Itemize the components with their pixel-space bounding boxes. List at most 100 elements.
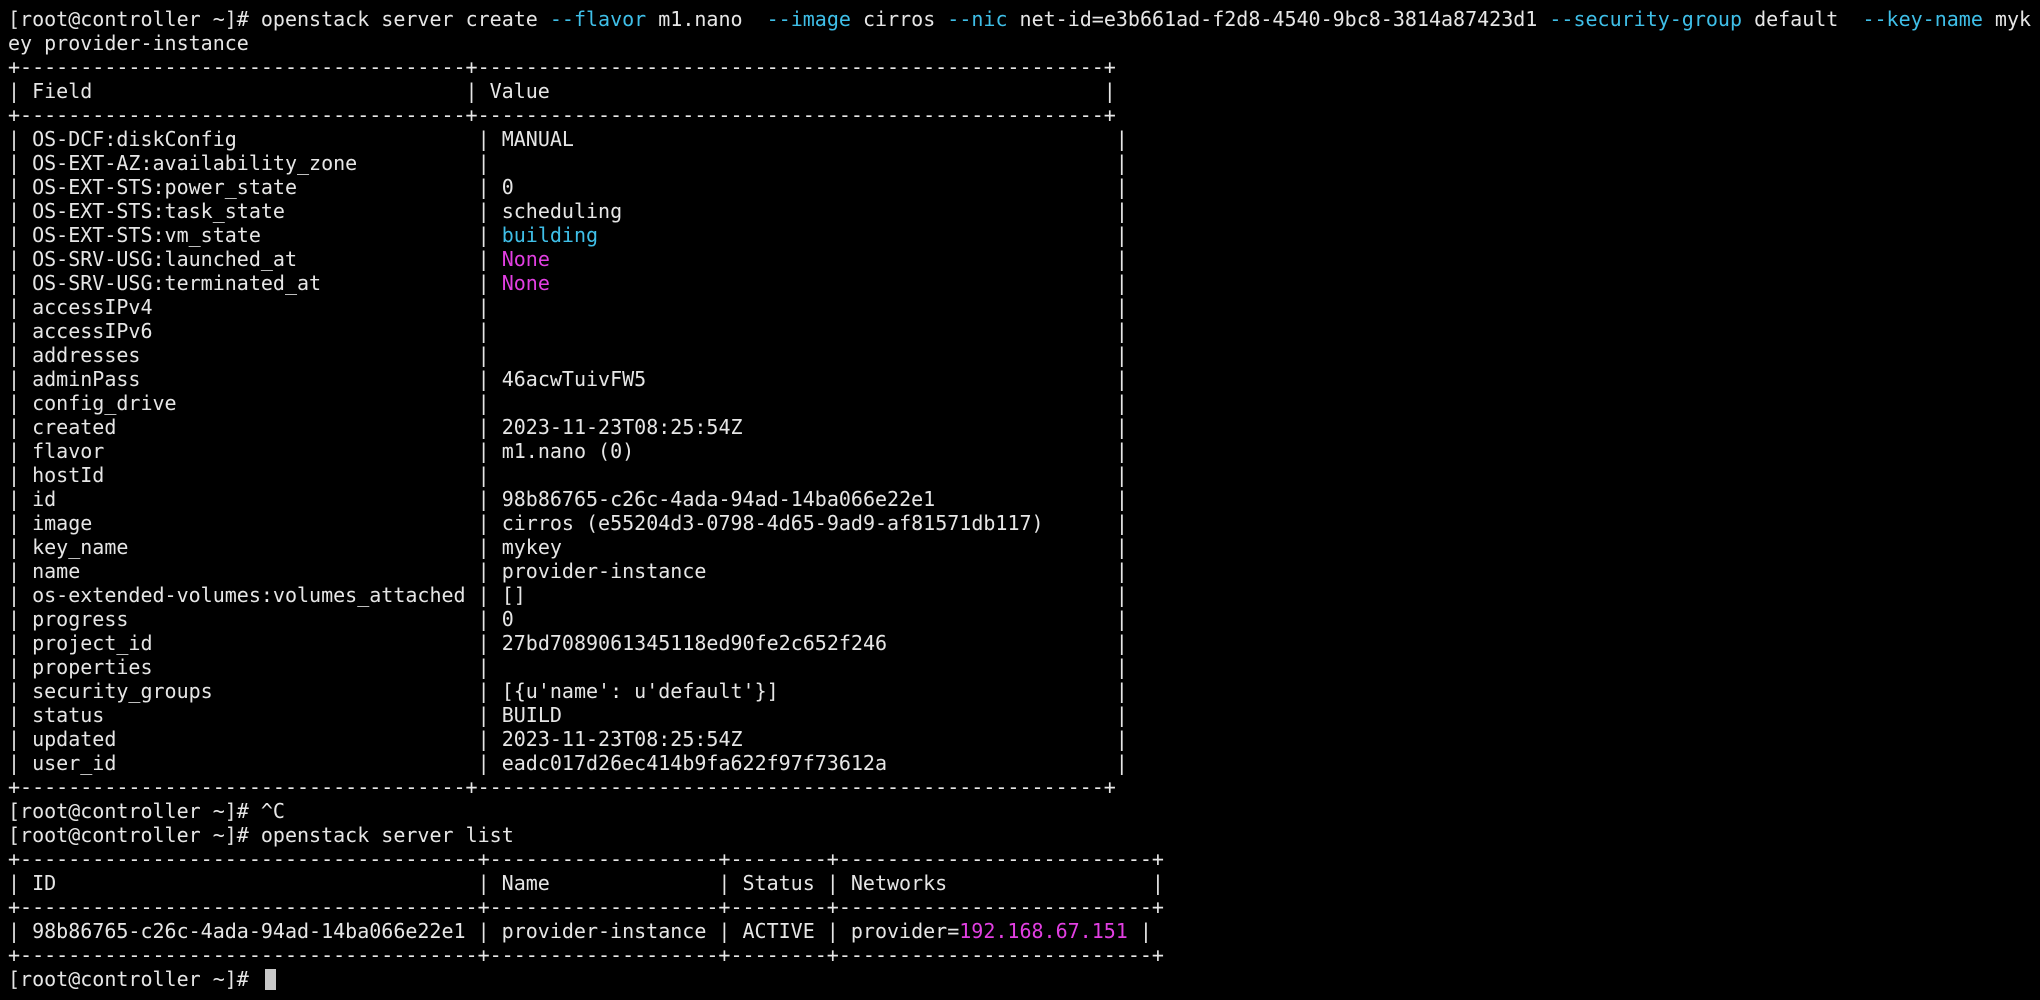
cell-border: | bbox=[501, 463, 1128, 487]
field-cell: accessIPv4 bbox=[32, 295, 153, 319]
field-cell: flavor bbox=[32, 439, 105, 463]
cell-border: | bbox=[80, 559, 502, 583]
table-row: | user_id | eadc017d26ec414b9fa622f97f73… bbox=[8, 751, 2040, 775]
field-cell: properties bbox=[32, 655, 153, 679]
table-row: | updated | 2023-11-23T08:25:54Z | bbox=[8, 727, 2040, 751]
shell-prompt: [root@controller ~]# bbox=[8, 799, 261, 823]
cell-border: | bbox=[8, 559, 33, 583]
cell-border: | bbox=[8, 295, 33, 319]
cell-border: | bbox=[284, 199, 502, 223]
cell-border: | bbox=[887, 751, 1128, 775]
value-cell: None bbox=[501, 247, 550, 271]
cell-border: | bbox=[561, 703, 1128, 727]
table-row: | security_groups | [{u'name': u'default… bbox=[8, 679, 2040, 703]
cell-border: | bbox=[573, 127, 1128, 151]
field-cell: user_id bbox=[32, 751, 117, 775]
cell-border: | bbox=[8, 727, 33, 751]
cell-border: | bbox=[176, 391, 502, 415]
cell-border: | bbox=[260, 223, 502, 247]
table-row: | accessIPv6 | | bbox=[8, 319, 2040, 343]
cell-border: | bbox=[8, 511, 33, 535]
table-row: | name | provider-instance | bbox=[8, 559, 2040, 583]
table-row: | OS-SRV-USG:terminated_at | None | bbox=[8, 271, 2040, 295]
field-cell: accessIPv6 bbox=[32, 319, 153, 343]
table-border: +--------------------------------------+… bbox=[8, 943, 1164, 967]
table-row: | OS-DCF:diskConfig | MANUAL | bbox=[8, 127, 2040, 151]
cell-border: | bbox=[8, 631, 33, 655]
command-line-list: [root@controller ~]# openstack server li… bbox=[8, 823, 514, 847]
cell-border: | bbox=[357, 151, 502, 175]
shell-prompt: [root@controller ~]# bbox=[8, 967, 261, 991]
cell-border: | bbox=[742, 727, 1128, 751]
cell-border: | bbox=[297, 175, 502, 199]
value-cell: BUILD bbox=[501, 703, 562, 727]
table-row: | progress | 0 | bbox=[8, 607, 2040, 631]
cell-border: | bbox=[297, 247, 502, 271]
cell-border: | bbox=[501, 151, 1128, 175]
field-cell: status bbox=[32, 703, 105, 727]
cell-border: | bbox=[116, 751, 502, 775]
field-cell: key_name bbox=[32, 535, 129, 559]
cell-border: | bbox=[8, 535, 33, 559]
cell-border: | bbox=[8, 367, 33, 391]
cell-border: | bbox=[104, 439, 502, 463]
table-body: | OS-DCF:diskConfig | MANUAL | | OS-EXT-A… bbox=[8, 127, 2040, 775]
cell-border: | bbox=[646, 367, 1128, 391]
value-cell: eadc017d26ec414b9fa622f97f73612a bbox=[501, 751, 888, 775]
table-row: | OS-EXT-STS:vm_state | building | bbox=[8, 223, 2040, 247]
cell-border: | bbox=[501, 319, 1128, 343]
command-line-wrap: ey provider-instance bbox=[8, 31, 249, 55]
table-row: | project_id | 27bd7089061345118ed90fe2c… bbox=[8, 631, 2040, 655]
value-cell: provider-instance bbox=[501, 559, 707, 583]
text-cursor[interactable] bbox=[264, 969, 276, 990]
cell-border: | bbox=[8, 151, 33, 175]
cell-border: | bbox=[8, 319, 33, 343]
table-border: +--------------------------------------+… bbox=[8, 895, 1164, 919]
table-row: | addresses | | bbox=[8, 343, 2040, 367]
cell-border: | bbox=[152, 655, 502, 679]
cell-border: | bbox=[598, 223, 1128, 247]
value-cell: MANUAL bbox=[501, 127, 574, 151]
table-row: | OS-EXT-AZ:availability_zone | | bbox=[8, 151, 2040, 175]
table-row: | os-extended-volumes:volumes_attached |… bbox=[8, 583, 2040, 607]
cell-border: | bbox=[501, 343, 1128, 367]
interrupt-line: [root@controller ~]# ^C bbox=[8, 799, 285, 823]
value-cell: 0 bbox=[501, 607, 514, 631]
cell-border: | bbox=[128, 535, 502, 559]
cell-border: | bbox=[8, 679, 33, 703]
active-prompt-line[interactable]: [root@controller ~]# bbox=[8, 967, 2040, 991]
cell-border: | bbox=[140, 343, 502, 367]
cell-border: | bbox=[116, 727, 502, 751]
field-cell: OS-EXT-AZ:availability_zone bbox=[32, 151, 358, 175]
value-cell: 2023-11-23T08:25:54Z bbox=[501, 415, 743, 439]
table-row: | OS-EXT-STS:power_state | 0 | bbox=[8, 175, 2040, 199]
field-cell: project_id bbox=[32, 631, 153, 655]
cell-border: | bbox=[634, 439, 1128, 463]
field-cell: OS-EXT-STS:power_state bbox=[32, 175, 297, 199]
value-cell: mykey bbox=[501, 535, 562, 559]
field-cell: OS-SRV-USG:terminated_at bbox=[32, 271, 322, 295]
cell-border: | bbox=[706, 559, 1128, 583]
field-cell: os-extended-volumes:volumes_attached bbox=[32, 583, 466, 607]
cell-border: | bbox=[152, 319, 502, 343]
cell-border: | bbox=[8, 271, 33, 295]
cell-border: | bbox=[92, 511, 502, 535]
field-cell: adminPass bbox=[32, 367, 141, 391]
table-header: | ID | Name | Status | Networks | bbox=[8, 871, 1164, 895]
table-row: | hostId | | bbox=[8, 463, 2040, 487]
table-header: | Field | Value | bbox=[8, 79, 1116, 103]
cell-border: | bbox=[8, 703, 33, 727]
cell-border: | bbox=[8, 583, 33, 607]
value-cell: [] bbox=[501, 583, 526, 607]
server-create-table: +-------------------------------------+-… bbox=[8, 55, 2040, 799]
field-cell: OS-SRV-USG:launched_at bbox=[32, 247, 297, 271]
table-row: | image | cirros (e55204d3-0798-4d65-9ad… bbox=[8, 511, 2040, 535]
cell-border: | bbox=[152, 631, 502, 655]
cell-border: | bbox=[8, 655, 33, 679]
cell-border: | bbox=[128, 607, 502, 631]
value-cell: 27bd7089061345118ed90fe2c652f246 bbox=[501, 631, 888, 655]
field-cell: progress bbox=[32, 607, 129, 631]
cell-border: | bbox=[8, 343, 33, 367]
cell-border: | bbox=[8, 463, 33, 487]
terminal-window[interactable]: [root@controller ~]# openstack server cr… bbox=[0, 0, 2040, 1000]
